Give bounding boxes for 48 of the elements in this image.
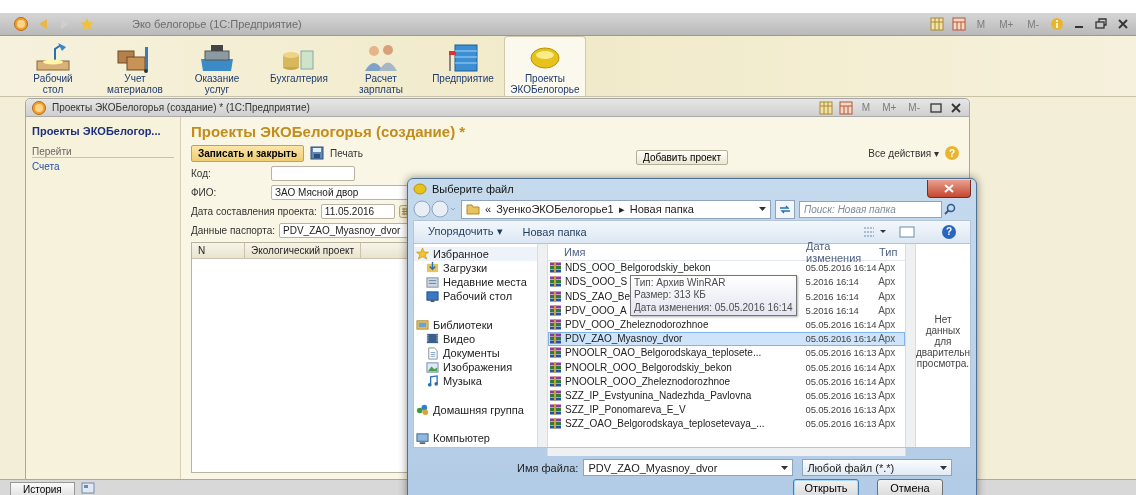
- window-title: Проекты ЭКОБелогорья (создание) * (1С:Предприятие): [52, 102, 310, 113]
- file-date: 5.2016 16:14: [805, 276, 860, 288]
- file-date: 05.05.2016 16:13: [805, 347, 878, 359]
- file-name: PNOOLR_OOO_Belgorodskiy_bekon: [565, 361, 732, 373]
- file-date: 05.05.2016 16:14: [805, 375, 878, 387]
- dialog-title: Выберите файл: [432, 182, 514, 195]
- field-label: Дата составления проекта:: [191, 206, 317, 217]
- file-date: 05.05.2016 16:13: [805, 404, 878, 416]
- window-title: Эко белогорье (1С:Предприятие): [132, 18, 302, 30]
- preview-message: Нет данных для дварительн просмотра.: [916, 313, 970, 371]
- field-label: Код:: [191, 168, 212, 179]
- file-type: Арх: [878, 333, 897, 345]
- file-date: 05.05.2016 16:13: [805, 389, 878, 401]
- file-tooltip: Тип: Архив WinRAR Размер: 313 КБ Дата изменения: 05.05.2016 16:14: [630, 274, 797, 317]
- file-date: 5.2016 16:14: [805, 304, 860, 316]
- file-name: PDV_OOO_Zheleznodorozhnoe: [565, 318, 709, 330]
- file-date: 05.05.2016 16:14: [805, 318, 878, 330]
- file-type: Арх: [878, 304, 897, 316]
- file-date: 5.2016 16:14: [805, 290, 860, 302]
- file-type: Арх: [878, 404, 897, 416]
- field-label: ФИО:: [191, 187, 218, 198]
- file-name: SZZ_IP_Evstyunina_Nadezhda_Pavlovna: [565, 389, 752, 401]
- file-name: PNOOLR_OOO_Zheleznodorozhnoe: [565, 375, 731, 387]
- file-name: SZZ_IP_Ponomareva_E_V: [565, 404, 686, 416]
- file-type: Арх: [878, 290, 897, 302]
- file-date: 05.05.2016 16:14: [805, 333, 878, 345]
- file-name: PDV_OOO_A: [565, 304, 627, 316]
- field-label: Данные паспорта:: [191, 225, 275, 236]
- file-type: Арх: [878, 276, 897, 288]
- file-type: Арх: [878, 262, 897, 274]
- nav-section-label: Перейти: [32, 146, 174, 158]
- file-name: NDS_OOO_S: [565, 276, 628, 288]
- file-type: Арх: [878, 347, 897, 359]
- file-name: PNOOLR_OAO_Belgorodskaya_teplosete...: [565, 347, 762, 359]
- file-date: 05.05.2016 16:13: [805, 418, 878, 430]
- file-type: Арх: [878, 375, 897, 387]
- file-type: Арх: [878, 318, 897, 330]
- form-heading: Проекты ЭКОБелогорья (создание) *: [191, 123, 467, 140]
- file-name: NDS_OOO_Belgorodskiy_bekon: [565, 262, 711, 274]
- file-type: Арх: [878, 361, 897, 373]
- file-type: Арх: [878, 418, 897, 430]
- file-date: 05.05.2016 16:14: [805, 361, 878, 373]
- file-name: SZZ_OAO_Belgorodskaya_teplosetevaya_...: [565, 418, 765, 430]
- file-name: NDS_ZAO_Be: [565, 290, 631, 302]
- file-type: Арх: [878, 389, 897, 401]
- file-date: 05.05.2016 16:14: [805, 262, 878, 274]
- file-name: PDV_ZAO_Myasnoy_dvor: [565, 333, 683, 345]
- field-label: Имя файла:: [517, 461, 579, 474]
